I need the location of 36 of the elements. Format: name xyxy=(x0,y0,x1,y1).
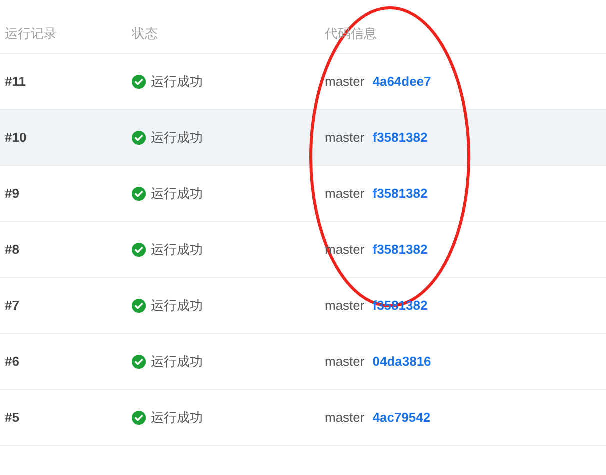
table-row[interactable]: #10 运行成功 master f3581382 xyxy=(0,110,606,166)
branch-name: master xyxy=(325,186,365,201)
run-number: #11 xyxy=(5,74,27,89)
check-circle-icon xyxy=(132,242,146,256)
check-circle-icon xyxy=(132,74,146,88)
branch-name: master xyxy=(325,130,365,145)
status-text: 运行成功 xyxy=(151,352,203,370)
status-text: 运行成功 xyxy=(151,296,203,314)
check-circle-icon xyxy=(132,298,146,312)
branch-name: master xyxy=(325,410,365,425)
commit-link[interactable]: f3581382 xyxy=(372,130,428,145)
run-number: #10 xyxy=(5,130,28,145)
run-number: #7 xyxy=(5,298,20,313)
check-circle-icon xyxy=(132,354,146,368)
status-text: 运行成功 xyxy=(151,72,203,90)
check-circle-icon xyxy=(132,410,146,424)
branch-name: master xyxy=(325,354,365,369)
status-text: 运行成功 xyxy=(151,240,203,258)
run-number: #9 xyxy=(5,186,20,201)
column-header: 运行记录 xyxy=(5,25,58,43)
column-header: 状态 xyxy=(132,25,159,43)
check-circle-icon xyxy=(132,186,146,200)
commit-link[interactable]: 04da3816 xyxy=(372,354,432,369)
run-number: #5 xyxy=(5,410,20,425)
check-circle-icon xyxy=(132,130,146,144)
run-number: #6 xyxy=(5,354,20,369)
commit-link[interactable]: 4ac79542 xyxy=(372,410,431,425)
branch-name: master xyxy=(325,298,365,313)
branch-name: master xyxy=(325,74,365,89)
status-text: 运行成功 xyxy=(151,408,203,426)
status-text: 运行成功 xyxy=(151,184,203,202)
status-text: 运行成功 xyxy=(151,128,203,146)
commit-link[interactable]: f3581382 xyxy=(372,242,428,257)
run-number: #8 xyxy=(5,242,20,257)
commit-link[interactable]: f3581382 xyxy=(372,186,428,201)
commit-link[interactable]: 4a64dee7 xyxy=(372,74,432,89)
